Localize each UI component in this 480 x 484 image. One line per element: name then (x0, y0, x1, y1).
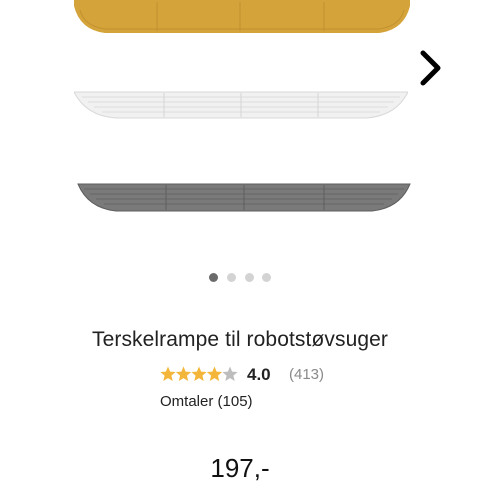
dark-ramp-image (77, 183, 411, 212)
product-title: Terskelrampe til robotstøvsuger (91, 328, 389, 351)
carousel-dot-4[interactable] (262, 273, 271, 282)
star-icon (206, 366, 223, 381)
carousel-dot-2[interactable] (227, 273, 236, 282)
star-icon (222, 366, 238, 381)
light-ramp-image (74, 91, 408, 119)
star-icon (191, 366, 207, 381)
reviews-link[interactable]: Omtaler (105) (160, 393, 253, 410)
rating-count: (413) (289, 366, 325, 383)
product-price: 197,- (210, 453, 270, 483)
product-image-gallery[interactable] (0, 0, 480, 300)
carousel-dot-1[interactable] (209, 273, 218, 282)
carousel-dots (0, 273, 480, 285)
star-rating (160, 366, 238, 381)
star-icon (160, 366, 176, 381)
next-slide-button[interactable] (414, 48, 448, 88)
rating-value: 4.0 (247, 365, 271, 384)
yellow-ramp-image (74, 0, 410, 33)
star-icon (175, 366, 192, 381)
chevron-right-icon (420, 50, 441, 86)
carousel-dot-3[interactable] (245, 273, 254, 282)
